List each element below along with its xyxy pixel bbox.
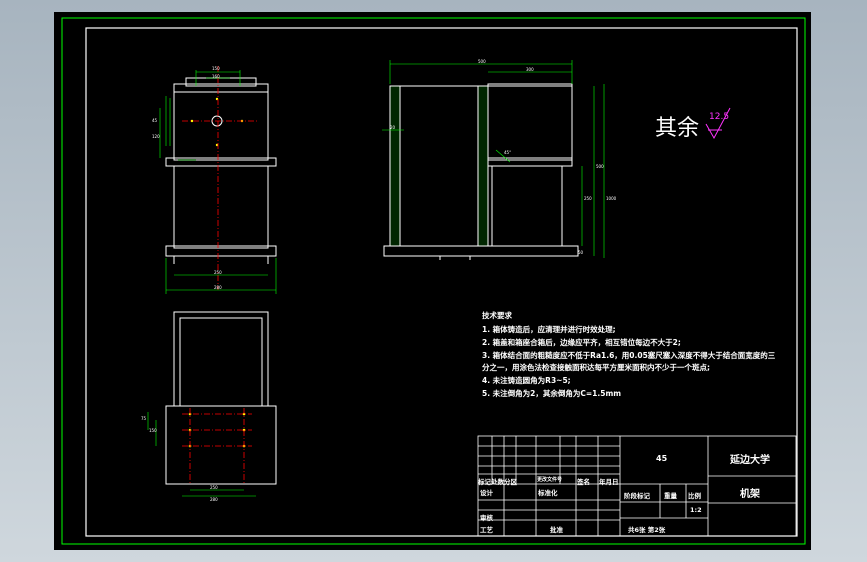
tb-review-label: 审核 [480,514,493,522]
tb-doc-label: 更改文件号 [537,477,563,483]
dim-text: 280 [210,497,218,502]
part-name: 机架 [740,489,760,500]
scale-value: 1:2 [690,506,702,514]
tb-sign-label: 签名 [577,478,590,486]
dim-text: 150 [149,428,157,433]
dim-text: 20 [390,125,396,130]
tb-weight-label: 重量 [664,492,677,500]
tb-mark-label: 标记处数分区 [478,478,517,486]
tb-date-label: 年月日 [599,478,619,486]
dim-text: 160 [212,74,220,79]
dim-text: 1000 [606,196,617,201]
tech-req-line: 1. 箱体铸造后，应清理并进行时效处理; [482,325,616,334]
tb-ratio-label: 比例 [688,492,701,500]
tech-req-line: 5. 未注倒角为2，其余倒角为C=1.5mm [482,389,622,398]
roughness-value: 12.5 [709,112,730,122]
dim-text: 250 [584,196,592,201]
tech-req-title: 技术要求 [482,311,512,320]
tb-stage-label: 阶段标记 [624,492,650,500]
tech-req-line: 3. 箱体结合面的粗糙度应不低于Ra1.6，用0.05塞尺塞入深度不得大于结合面… [482,351,776,360]
dim-text: 250 [214,270,222,275]
dim-text: 500 [596,164,604,169]
cad-viewport[interactable]: 150 160 45 120 250 280 500 300 250 500 1… [0,0,867,562]
drawing-sheet [54,12,811,550]
drawing-canvas[interactable] [0,0,867,562]
tb-craft-label: 工艺 [480,526,493,534]
tech-req-line: 分之一，用涂色法检查接触面积达每平方厘米面积内不少于一个斑点; [482,363,710,372]
dim-text: 45° [504,150,512,155]
tb-design-label: 设计 [480,489,493,497]
dim-text: 300 [526,67,534,72]
dim-text: 75 [141,416,147,421]
dim-text: 280 [214,285,222,290]
dim-text: 150 [212,66,220,71]
school-name: 延边大学 [730,455,770,466]
dim-text: 50 [578,250,584,255]
material-value: 45 [656,454,668,463]
tb-approve-label: 批准 [550,526,563,534]
tb-std-label: 标准化 [538,489,558,497]
dim-text: 250 [210,485,218,490]
tech-req-line: 2. 箱盖和箱座合箱后，边缘应平齐，相互错位每边不大于2; [482,338,681,347]
sheet-count: 共6张 第2张 [628,526,666,534]
dim-text: 120 [152,134,160,139]
tech-req-line: 4. 未注铸造圆角为R3~5; [482,376,571,385]
roughness-label: 其余 [655,116,700,141]
dim-text: 500 [478,59,486,64]
dim-text: 45 [152,118,158,123]
